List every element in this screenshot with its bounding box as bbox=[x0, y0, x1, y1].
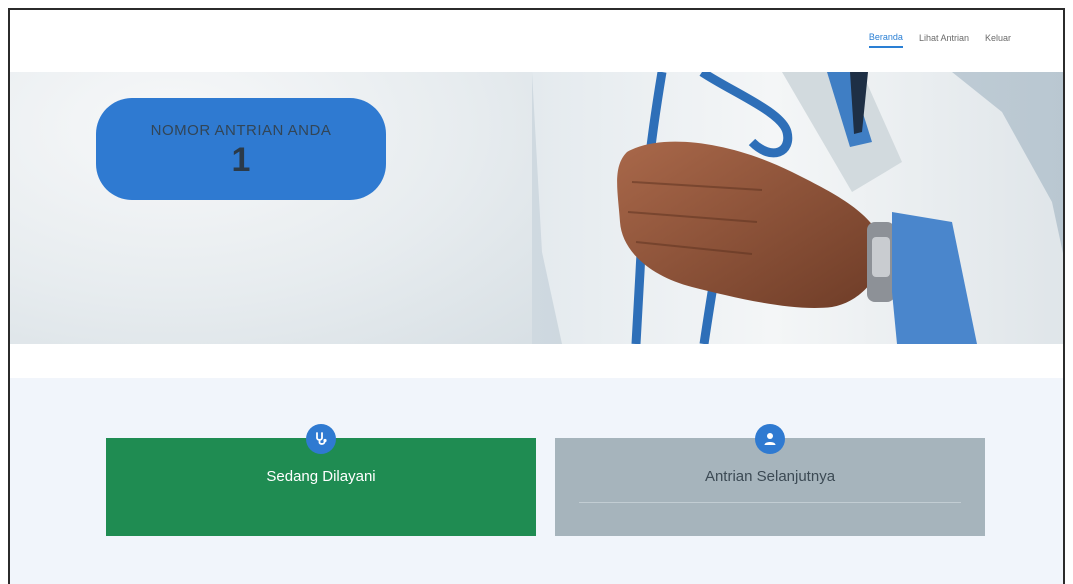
serving-card-title: Sedang Dilayani bbox=[266, 468, 376, 485]
queue-status-section: Sedang Dilayani Antrian Selanjutnya bbox=[10, 378, 1063, 584]
user-icon bbox=[755, 424, 785, 454]
section-spacer bbox=[10, 344, 1063, 378]
serving-card: Sedang Dilayani bbox=[106, 424, 536, 536]
next-queue-card: Antrian Selanjutnya bbox=[555, 424, 985, 536]
queue-number-badge: NOMOR ANTRIAN ANDA 1 bbox=[96, 98, 386, 200]
main-nav: Beranda Lihat Antrian Keluar bbox=[868, 32, 1011, 48]
stethoscope-icon bbox=[306, 424, 336, 454]
doctor-photo bbox=[532, 72, 1063, 344]
next-queue-card-title: Antrian Selanjutnya bbox=[704, 468, 836, 485]
top-navbar: Beranda Lihat Antrian Keluar bbox=[10, 10, 1063, 72]
nav-keluar-link[interactable]: Keluar bbox=[985, 33, 1011, 47]
nav-beranda-link[interactable]: Beranda bbox=[868, 32, 903, 48]
nav-lihat-antrian-link[interactable]: Lihat Antrian bbox=[919, 33, 969, 47]
hero-banner: NOMOR ANTRIAN ANDA 1 bbox=[10, 72, 1063, 344]
queue-number-value: 1 bbox=[231, 141, 251, 179]
app-window: Beranda Lihat Antrian Keluar NOMOR ANTRI… bbox=[8, 8, 1065, 584]
next-queue-divider bbox=[579, 502, 961, 503]
queue-number-title: NOMOR ANTRIAN ANDA bbox=[150, 122, 332, 139]
